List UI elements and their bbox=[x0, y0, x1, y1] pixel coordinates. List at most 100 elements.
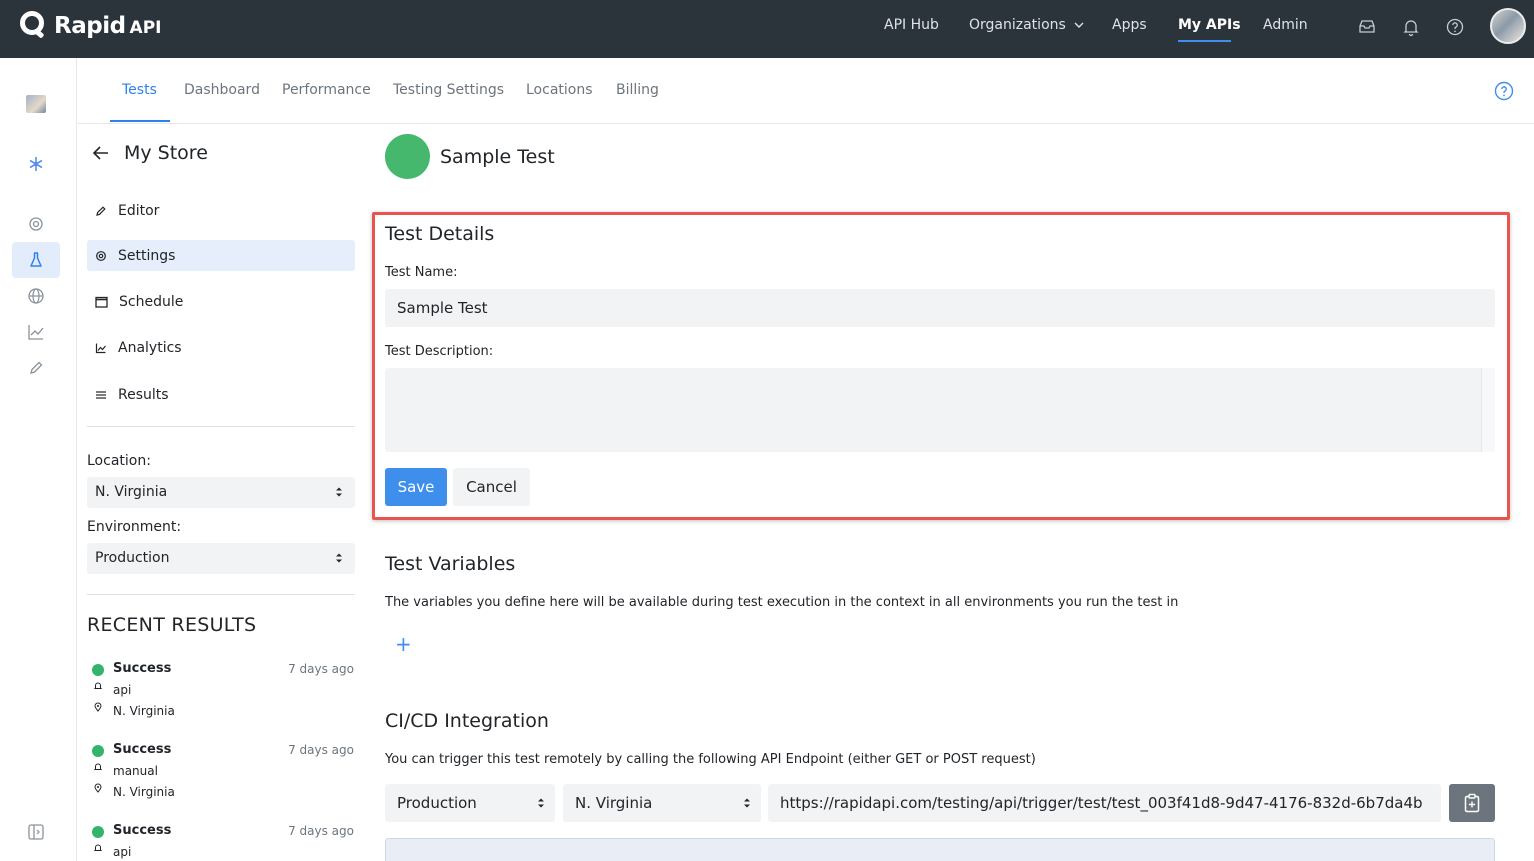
bell-icon bbox=[93, 763, 103, 770]
nav-organizations-label: Organizations bbox=[969, 17, 1066, 33]
rail-project-avatar[interactable] bbox=[12, 86, 60, 122]
location-label: Location: bbox=[87, 453, 151, 469]
cicd-environment-select[interactable]: Production bbox=[385, 784, 555, 822]
add-variable-button[interactable]: + bbox=[395, 634, 412, 654]
select-arrows-icon bbox=[336, 553, 342, 563]
tab-performance[interactable]: Performance bbox=[282, 82, 371, 98]
help-circle-icon[interactable] bbox=[1445, 17, 1465, 37]
chart-icon bbox=[95, 343, 106, 353]
user-avatar[interactable] bbox=[1490, 8, 1526, 44]
logo-suffix: API bbox=[129, 18, 162, 38]
location-pin-icon bbox=[94, 783, 102, 793]
rapidapi-logo-icon bbox=[20, 11, 46, 41]
menu-schedule[interactable]: Schedule bbox=[87, 286, 355, 317]
tab-tests[interactable]: Tests bbox=[122, 82, 157, 98]
test-side-panel: My Store Editor Settings Schedule Analyt… bbox=[78, 124, 368, 861]
pencil-icon bbox=[30, 361, 43, 374]
test-details-title: Test Details bbox=[385, 223, 495, 245]
cicd-code-box bbox=[385, 838, 1495, 861]
textarea-scrollbar[interactable] bbox=[1481, 368, 1495, 452]
sidebar-collapse-icon bbox=[28, 824, 44, 840]
test-details-highlight bbox=[372, 212, 1510, 520]
location-select-value: N. Virginia bbox=[95, 484, 168, 500]
help-icon[interactable] bbox=[1494, 81, 1514, 101]
result-item[interactable]: Success 7 days ago api N. Virginia bbox=[92, 661, 354, 731]
cicd-trigger-url[interactable]: https://rapidapi.com/testing/api/trigger… bbox=[768, 784, 1441, 822]
chevron-down-icon bbox=[1074, 22, 1084, 28]
environment-select[interactable]: Production bbox=[87, 543, 355, 574]
nav-api-hub[interactable]: API Hub bbox=[884, 17, 939, 33]
select-arrows-icon bbox=[336, 487, 342, 497]
tab-billing[interactable]: Billing bbox=[616, 82, 659, 98]
menu-schedule-label: Schedule bbox=[119, 293, 184, 310]
test-variables-title: Test Variables bbox=[385, 553, 516, 575]
menu-analytics-label: Analytics bbox=[118, 339, 182, 356]
location-select[interactable]: N. Virginia bbox=[87, 477, 355, 508]
bell-icon[interactable] bbox=[1401, 17, 1421, 37]
success-dot bbox=[92, 826, 104, 838]
nav-organizations[interactable]: Organizations bbox=[969, 17, 1084, 33]
tab-locations[interactable]: Locations bbox=[526, 82, 593, 98]
test-description-textarea[interactable] bbox=[385, 368, 1495, 452]
rail-analytics-button[interactable] bbox=[12, 314, 60, 350]
tab-bar: Tests Dashboard Performance Testing Sett… bbox=[78, 58, 1534, 124]
result-location: N. Virginia bbox=[113, 785, 175, 799]
logo-text: Rapid bbox=[54, 13, 126, 39]
cicd-description: You can trigger this test remotely by ca… bbox=[385, 752, 1036, 767]
target-icon bbox=[29, 217, 43, 231]
test-title: Sample Test bbox=[440, 146, 555, 168]
rail-hub-button[interactable] bbox=[12, 146, 60, 182]
cancel-button[interactable]: Cancel bbox=[453, 468, 530, 506]
rail-target-button[interactable] bbox=[12, 206, 60, 242]
success-dot bbox=[92, 664, 104, 676]
location-pin-icon bbox=[94, 702, 102, 712]
menu-settings[interactable]: Settings bbox=[87, 240, 355, 271]
environment-label: Environment: bbox=[87, 519, 182, 535]
result-item[interactable]: Success 7 days ago manual N. Virginia bbox=[92, 742, 354, 812]
environment-select-value: Production bbox=[95, 550, 170, 566]
menu-divider bbox=[87, 426, 355, 427]
inbox-icon[interactable] bbox=[1357, 17, 1377, 37]
cicd-environment-value: Production bbox=[397, 794, 477, 812]
globe-icon bbox=[28, 288, 44, 304]
result-trigger: api bbox=[113, 683, 132, 697]
test-status-indicator bbox=[385, 134, 430, 179]
rail-testing-button[interactable] bbox=[12, 242, 60, 278]
tab-dashboard[interactable]: Dashboard bbox=[184, 82, 260, 98]
menu-results[interactable]: Results bbox=[87, 379, 355, 410]
test-name-input[interactable] bbox=[385, 289, 1495, 327]
menu-analytics[interactable]: Analytics bbox=[87, 332, 355, 363]
nav-apps[interactable]: Apps bbox=[1112, 17, 1147, 33]
result-location: N. Virginia bbox=[113, 704, 175, 718]
result-trigger: api bbox=[113, 845, 132, 859]
result-status: Success bbox=[113, 742, 172, 757]
snowflake-icon bbox=[29, 157, 43, 171]
cicd-title: CI/CD Integration bbox=[385, 710, 549, 732]
rail-globe-button[interactable] bbox=[12, 278, 60, 314]
rapidapi-logo[interactable]: Rapid API bbox=[20, 11, 162, 41]
settings-divider bbox=[87, 594, 355, 595]
calendar-icon bbox=[95, 296, 108, 308]
tab-testing-settings[interactable]: Testing Settings bbox=[393, 82, 504, 98]
cicd-location-select[interactable]: N. Virginia bbox=[563, 784, 761, 822]
result-item[interactable]: Success 7 days ago api bbox=[92, 823, 354, 861]
result-time: 7 days ago bbox=[288, 743, 354, 757]
result-status: Success bbox=[113, 823, 172, 838]
copy-url-button[interactable] bbox=[1449, 784, 1495, 822]
recent-results-title: RECENT RESULTS bbox=[87, 614, 257, 636]
test-description-label: Test Description: bbox=[385, 344, 494, 359]
result-status: Success bbox=[113, 661, 172, 676]
cicd-location-value: N. Virginia bbox=[575, 794, 653, 812]
nav-my-apis[interactable]: My APIs bbox=[1178, 17, 1241, 33]
nav-admin[interactable]: Admin bbox=[1263, 17, 1308, 33]
menu-settings-label: Settings bbox=[118, 247, 176, 264]
menu-editor[interactable]: Editor bbox=[87, 195, 355, 226]
select-arrows-icon bbox=[538, 798, 544, 808]
save-button[interactable]: Save bbox=[385, 468, 447, 506]
success-dot bbox=[92, 745, 104, 757]
rail-edit-button[interactable] bbox=[12, 350, 60, 386]
tab-active-indicator bbox=[110, 120, 170, 122]
arrow-left-icon[interactable] bbox=[92, 145, 110, 161]
rail-collapse-button[interactable] bbox=[12, 814, 60, 850]
test-variables-description: The variables you define here will be av… bbox=[385, 595, 1179, 610]
